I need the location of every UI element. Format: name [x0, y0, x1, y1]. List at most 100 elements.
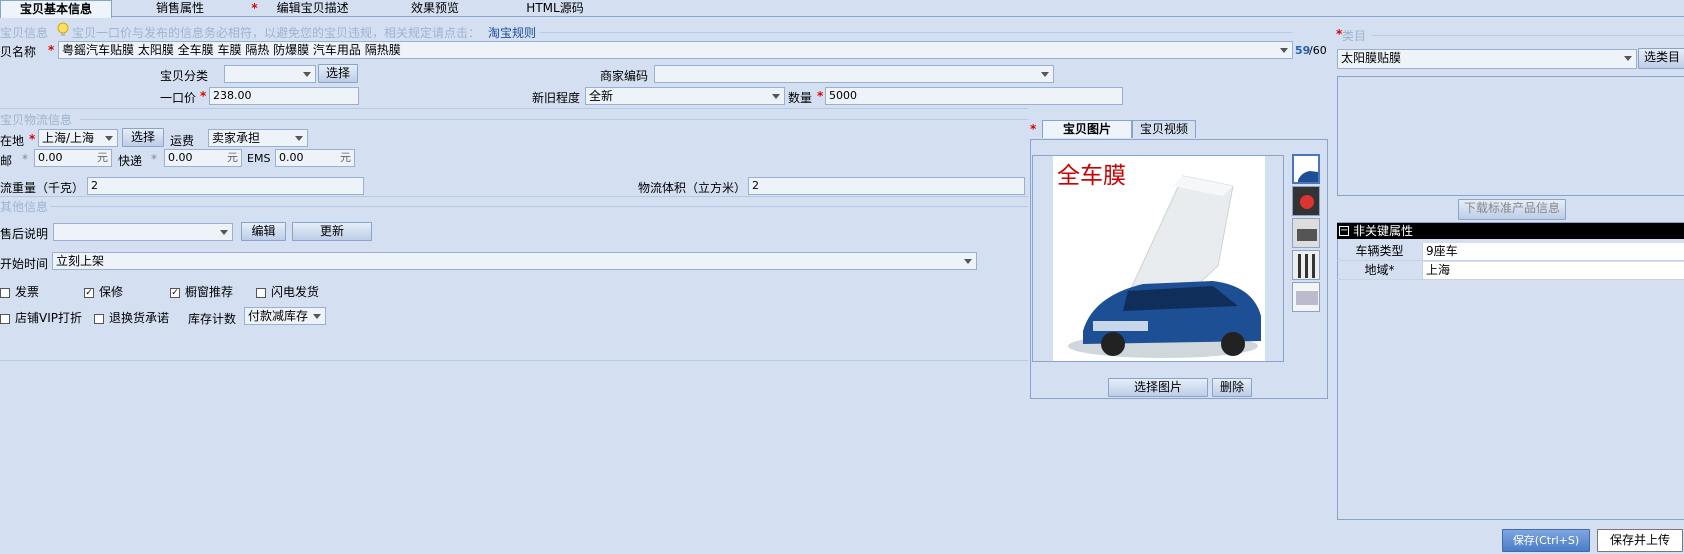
- required-mark: *: [1030, 122, 1037, 136]
- price-label: 一口价: [160, 91, 197, 105]
- volume-input[interactable]: 2: [748, 177, 1025, 195]
- category-info-box: [1337, 76, 1684, 196]
- edit-after-sale-button[interactable]: 编辑: [241, 222, 286, 241]
- ems-label: EMS: [247, 152, 271, 165]
- tab-basic-info[interactable]: 宝贝基本信息: [0, 0, 112, 18]
- category-select-button[interactable]: 选择: [318, 64, 358, 83]
- checkbox[interactable]: [0, 313, 10, 324]
- divider: [0, 108, 1028, 109]
- item-name-label: 贝名称: [0, 45, 37, 59]
- window-recommend-checkbox[interactable]: ✓ 橱窗推荐: [170, 283, 233, 300]
- required-mark: *: [48, 43, 55, 57]
- attribute-name: 车辆类型: [1337, 243, 1423, 261]
- required-mark: *: [200, 89, 207, 103]
- stock-count-label: 库存计数: [188, 312, 237, 326]
- express-label: 快递: [118, 154, 143, 168]
- thumbnail-5[interactable]: [1292, 282, 1320, 312]
- divider: [0, 196, 1028, 197]
- required-mark: *: [151, 152, 157, 166]
- after-sale-select[interactable]: [53, 223, 233, 241]
- thumbnail-4[interactable]: [1292, 250, 1320, 280]
- tab-item-images[interactable]: 宝贝图片: [1042, 120, 1132, 138]
- location-label: 在地: [0, 134, 25, 148]
- start-time-select[interactable]: 立刻上架: [52, 252, 977, 270]
- quantity-input[interactable]: 5000: [825, 87, 1123, 105]
- checkbox[interactable]: [94, 313, 104, 324]
- checkbox[interactable]: [256, 287, 266, 298]
- express-fee-input[interactable]: 0.00 元: [164, 149, 242, 167]
- save-and-upload-button[interactable]: 保存并上传: [1597, 529, 1683, 552]
- mail-fee-input[interactable]: 0.00 元: [34, 149, 112, 167]
- divider: [80, 119, 1028, 120]
- select-image-button[interactable]: 选择图片: [1108, 378, 1208, 397]
- warranty-checkbox[interactable]: ✓ 保修: [84, 283, 123, 300]
- return-promise-checkbox[interactable]: 退换货承诺: [94, 309, 169, 326]
- condition-select[interactable]: 全新: [585, 87, 785, 105]
- location-select[interactable]: 上海/上海: [38, 129, 118, 147]
- section-title-item-info: 宝贝信息: [0, 26, 49, 40]
- freight-select[interactable]: 卖家承担: [208, 129, 308, 147]
- checkbox-checked[interactable]: ✓: [170, 287, 180, 298]
- divider: [0, 360, 1028, 361]
- volume-label: 物流体积（立方米）: [638, 181, 747, 195]
- non-key-attributes-header[interactable]: − 非关键属性: [1337, 223, 1684, 239]
- update-after-sale-button[interactable]: 更新: [292, 222, 372, 241]
- chevron-down-icon: [1041, 72, 1049, 77]
- invoice-checkbox[interactable]: 发票: [0, 283, 39, 300]
- checkbox[interactable]: [0, 287, 10, 298]
- choose-category-button[interactable]: 选类目: [1638, 48, 1684, 69]
- collapse-icon[interactable]: −: [1339, 226, 1349, 236]
- required-mark: *: [251, 1, 258, 15]
- download-standard-info-button[interactable]: 下载标准产品信息: [1458, 199, 1566, 220]
- location-select-button[interactable]: 选择: [122, 128, 164, 147]
- stock-count-select[interactable]: 付款减库存: [244, 307, 326, 325]
- taobao-rules-link[interactable]: 淘宝规则: [488, 24, 536, 41]
- mail-label: 邮: [0, 154, 13, 168]
- thumbnail-3[interactable]: [1292, 218, 1320, 248]
- thumbnail-1[interactable]: [1292, 154, 1320, 184]
- merchant-code-label: 商家编码: [600, 69, 649, 83]
- chevron-down-icon: [1624, 56, 1632, 61]
- tab-item-video[interactable]: 宝贝视频: [1132, 120, 1196, 138]
- category-label: 宝贝分类: [160, 69, 209, 83]
- main-product-image[interactable]: 全车膜: [1032, 155, 1284, 362]
- freight-label: 运费: [170, 134, 195, 148]
- tab-sales-attributes[interactable]: 销售属性: [130, 0, 230, 17]
- category-select[interactable]: [224, 65, 316, 83]
- required-mark: *: [817, 89, 824, 103]
- chevron-down-icon: [295, 136, 303, 141]
- media-tabs: * 宝贝图片 宝贝视频: [1030, 120, 1328, 140]
- tab-edit-description[interactable]: * 编辑宝贝描述: [240, 0, 360, 17]
- chevron-down-icon: [220, 230, 228, 235]
- tab-preview[interactable]: 效果预览: [390, 0, 480, 17]
- merchant-code-select[interactable]: [654, 65, 1054, 83]
- required-mark: *: [22, 152, 28, 166]
- fast-shipping-checkbox[interactable]: 闪电发货: [256, 283, 319, 300]
- name-char-max: /60: [1309, 44, 1327, 57]
- item-name-input[interactable]: 粤鎐汽车贴膜 太阳膜 全车膜 车膜 隔热 防爆膜 汽车用品 隔热膜: [58, 41, 1293, 59]
- image-caption: 全车膜: [1057, 163, 1126, 189]
- tab-bar: 宝贝基本信息 销售属性 * 编辑宝贝描述 效果预览 HTML源码: [0, 0, 1684, 18]
- weight-input[interactable]: 2: [87, 177, 364, 195]
- section-title-logistics: 宝贝物流信息: [0, 113, 73, 127]
- chevron-down-icon: [105, 136, 113, 141]
- attribute-value[interactable]: 9座车: [1423, 243, 1684, 261]
- tab-html-source[interactable]: HTML源码: [510, 0, 600, 17]
- divider: [1372, 35, 1684, 36]
- attribute-value[interactable]: 上海: [1423, 262, 1684, 280]
- delete-image-button[interactable]: 删除: [1212, 378, 1252, 397]
- divider: [540, 32, 1292, 33]
- save-button[interactable]: 保存(Ctrl+S): [1502, 529, 1590, 552]
- chevron-down-icon: [772, 94, 780, 99]
- attribute-row: 地域* 上海: [1337, 262, 1684, 280]
- vip-discount-checkbox[interactable]: 店铺VIP打折: [0, 309, 82, 326]
- ems-fee-input[interactable]: 0.00 元: [275, 149, 355, 167]
- checkbox-checked[interactable]: ✓: [84, 287, 94, 298]
- category-value-select[interactable]: 太阳膜贴膜: [1337, 49, 1637, 69]
- price-input[interactable]: 238.00: [209, 87, 359, 105]
- thumbnail-2[interactable]: [1292, 186, 1320, 216]
- lightbulb-icon: [56, 22, 70, 38]
- category-title: 类目: [1342, 29, 1367, 43]
- chevron-down-icon: [303, 72, 311, 77]
- chevron-down-icon: [964, 259, 972, 264]
